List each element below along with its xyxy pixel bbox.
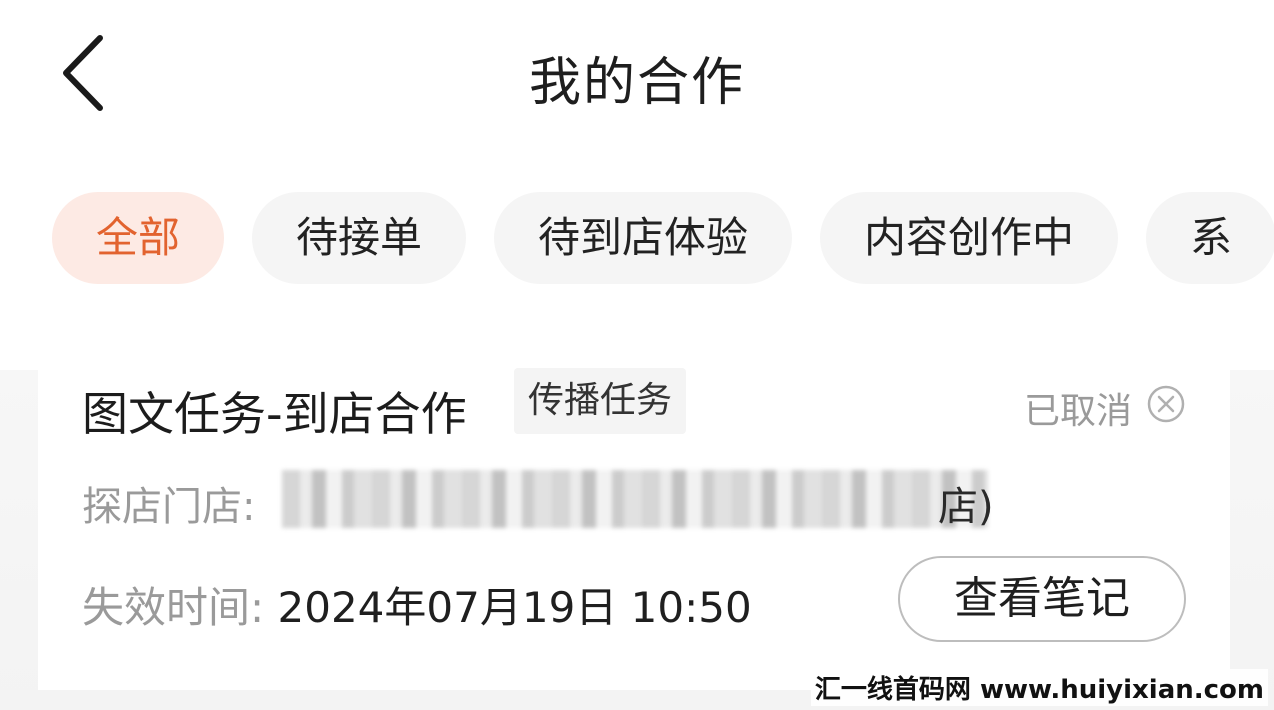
redacted-store-name bbox=[282, 470, 988, 528]
tab-pending-visit[interactable]: 待到店体验 bbox=[494, 192, 793, 284]
tab-creating[interactable]: 内容创作中 bbox=[820, 192, 1119, 284]
expire-row: 失效时间: 2024年07月19日 10:50 bbox=[82, 574, 752, 635]
tab-pending-accept[interactable]: 待接单 bbox=[252, 192, 467, 284]
header: 我的合作 bbox=[0, 0, 1274, 150]
tab-all[interactable]: 全部 bbox=[52, 192, 225, 284]
store-label: 探店门店: bbox=[82, 484, 256, 530]
store-name-suffix: 店) bbox=[938, 484, 994, 530]
expire-time: 2024年07月19日 10:50 bbox=[277, 583, 752, 632]
page: 我的合作 全部 待接单 待到店体验 内容创作中 系 图文任务-到店合作 传播任务… bbox=[0, 0, 1274, 710]
filter-tabs: 全部 待接单 待到店体验 内容创作中 系 bbox=[52, 192, 1274, 284]
store-row: 探店门店: bbox=[82, 474, 255, 532]
circle-x-icon bbox=[1147, 385, 1185, 423]
watermark: 汇一线首码网 www.huiyixian.com bbox=[810, 669, 1268, 706]
expire-label: 失效时间: bbox=[82, 583, 265, 632]
tab-more[interactable]: 系 bbox=[1146, 192, 1274, 284]
status-text: 已取消 bbox=[1023, 391, 1132, 432]
task-title: 图文任务-到店合作 bbox=[82, 387, 467, 441]
task-type-tag: 传播任务 bbox=[514, 368, 687, 434]
cooperation-card[interactable]: 图文任务-到店合作 传播任务 已取消 探店门店: 店) 失效时间: 2024年0… bbox=[38, 348, 1230, 690]
view-note-button[interactable]: 查看笔记 bbox=[898, 556, 1186, 642]
page-title: 我的合作 bbox=[528, 53, 745, 113]
